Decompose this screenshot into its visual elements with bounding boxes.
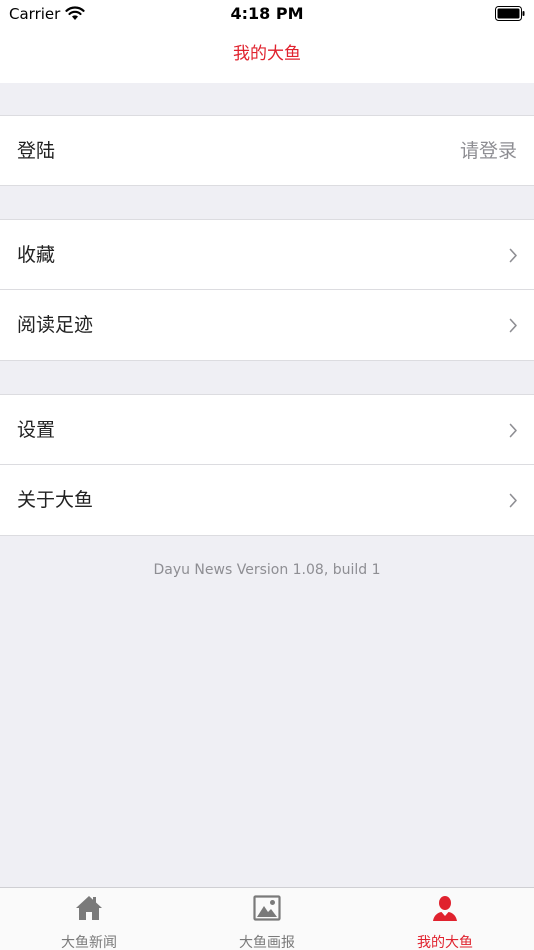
favorites-label: 收藏	[17, 244, 56, 266]
chevron-right-icon	[509, 423, 517, 438]
about-label: 关于大鱼	[17, 489, 94, 511]
battery-icon	[495, 6, 525, 21]
history-cell[interactable]: 阅读足迹	[0, 290, 534, 361]
version-text: Dayu News Version 1.08, build 1	[153, 562, 381, 578]
login-label: 登陆	[17, 140, 56, 162]
page-title: 我的大鱼	[233, 44, 301, 64]
chevron-right-icon	[509, 318, 517, 333]
chevron-right-icon	[509, 248, 517, 263]
login-cell[interactable]: 登陆 请登录	[0, 115, 534, 186]
history-label: 阅读足迹	[17, 314, 94, 336]
picture-icon	[253, 895, 281, 921]
status-bar: Carrier 4:18 PM	[0, 0, 534, 29]
status-time: 4:18 PM	[230, 4, 304, 23]
login-prompt[interactable]: 请登录	[460, 116, 517, 187]
home-icon	[76, 896, 102, 920]
chevron-right-icon	[509, 493, 517, 508]
tab-news[interactable]: 大鱼新闻	[0, 888, 178, 950]
tab-my-dayu[interactable]: 我的大鱼	[356, 888, 534, 950]
tab-bar: 大鱼新闻 大鱼画报 我的大鱼	[0, 887, 534, 950]
nav-bar: 我的大鱼	[0, 29, 534, 83]
tab-pictorial[interactable]: 大鱼画报	[178, 888, 356, 950]
tab-news-label: 大鱼新闻	[61, 935, 117, 950]
settings-label: 设置	[17, 419, 56, 441]
tab-pictorial-label: 大鱼画报	[239, 935, 295, 950]
tab-my-dayu-label: 我的大鱼	[417, 935, 473, 950]
settings-cell[interactable]: 设置	[0, 394, 534, 465]
favorites-cell[interactable]: 收藏	[0, 219, 534, 290]
person-icon	[433, 896, 457, 921]
about-cell[interactable]: 关于大鱼	[0, 465, 534, 536]
